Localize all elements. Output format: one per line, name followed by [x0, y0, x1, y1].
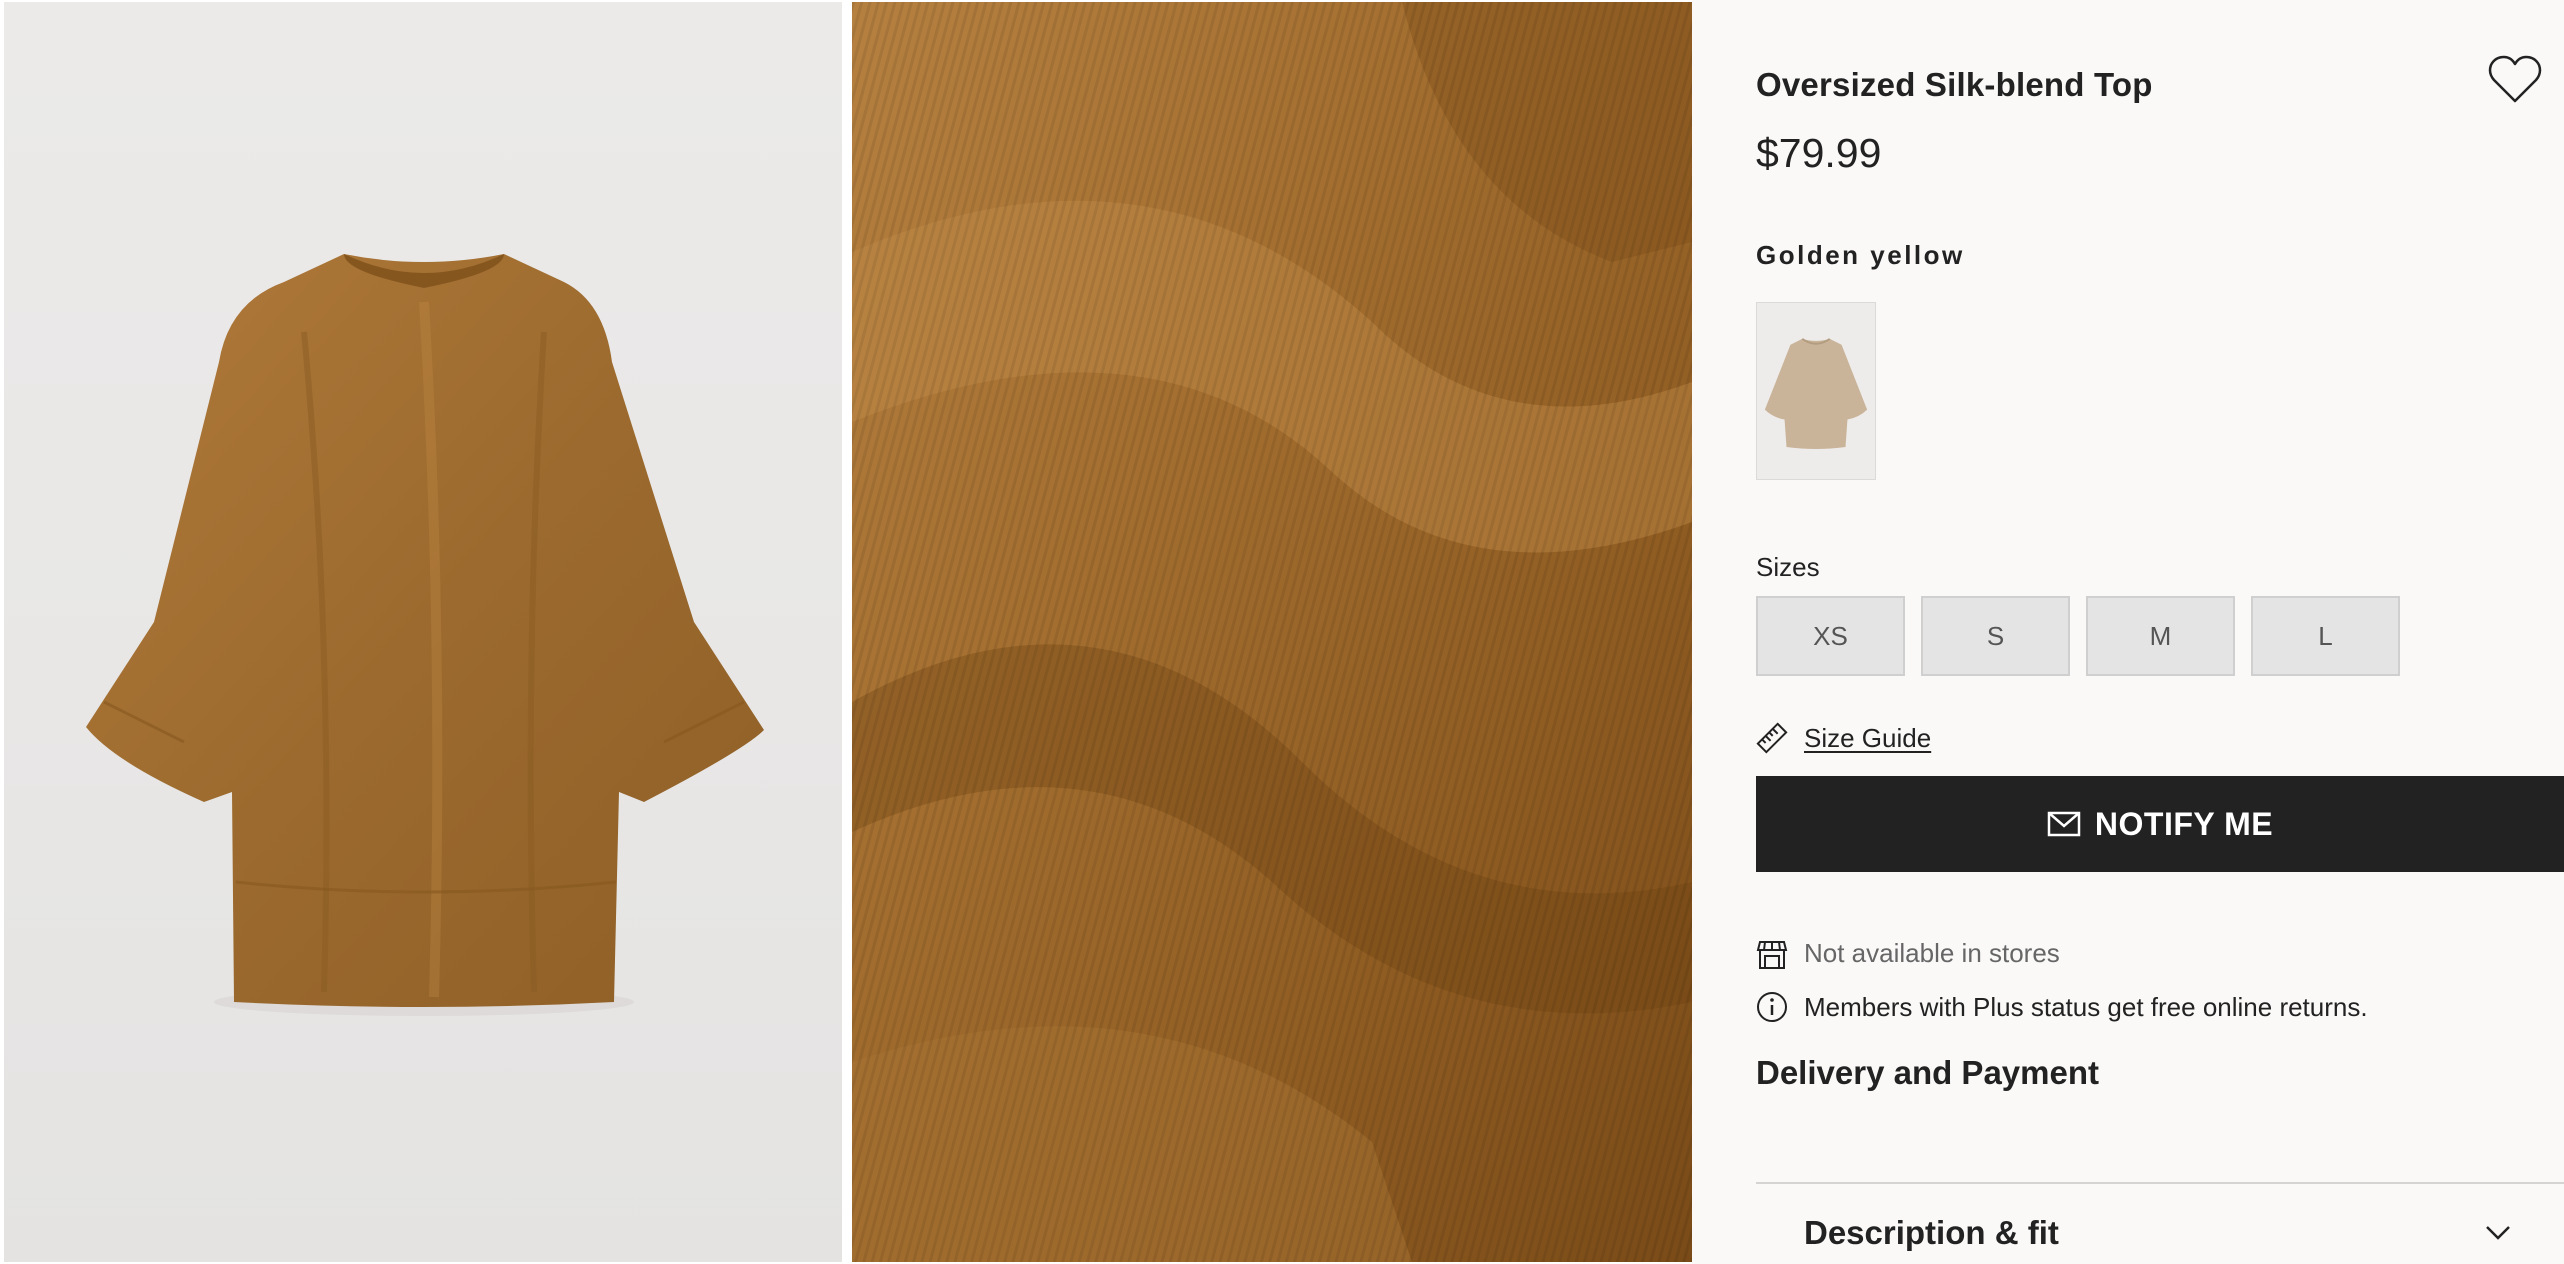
notify-me-button[interactable]: NOTIFY ME [1756, 776, 2564, 872]
fabric-detail-photo[interactable] [852, 2, 1692, 1262]
description-fit-accordion[interactable]: Description & fit [1756, 1184, 2564, 1264]
delivery-and-payment[interactable]: Delivery and Payment [1756, 1054, 2099, 1092]
product-title: Oversized Silk-blend Top [1756, 66, 2153, 103]
fabric-texture-illustration [852, 2, 1692, 1262]
description-fit-title: Description & fit [1804, 1214, 2059, 1251]
favorite-button[interactable] [2488, 54, 2542, 106]
product-details-panel: Oversized Silk-blend Top $79.99 Golden y… [1756, 0, 2564, 1264]
product-front-photo[interactable] [4, 2, 842, 1262]
chevron-down-icon [2486, 1226, 2510, 1240]
size-option-s[interactable]: S [1921, 596, 2070, 676]
heart-icon [2488, 55, 2542, 103]
store-icon [1756, 941, 1788, 969]
notify-me-label: NOTIFY ME [2094, 805, 2274, 842]
swatch-thumbnail [1757, 303, 1875, 479]
sizes-label: Sizes [1756, 552, 1820, 582]
size-option-xs[interactable]: XS [1756, 596, 1905, 676]
info-icon [1757, 992, 1787, 1022]
color-swatch-golden-yellow[interactable] [1756, 302, 1876, 480]
store-availability: Not available in stores [1756, 936, 2060, 970]
members-returns-text: Members with Plus status get free online… [1804, 991, 2368, 1022]
envelope-icon [2047, 811, 2081, 837]
size-option-m[interactable]: M [2086, 596, 2235, 676]
size-guide-link[interactable]: Size Guide [1756, 722, 1931, 754]
members-returns-info: Members with Plus status get free online… [1756, 990, 2368, 1024]
top-garment-illustration [86, 254, 764, 1016]
product-gallery [0, 0, 1692, 1264]
size-selector: XS S M L [1756, 596, 2400, 676]
store-availability-text: Not available in stores [1804, 937, 2060, 968]
size-guide-label: Size Guide [1804, 722, 1932, 753]
size-option-l[interactable]: L [2251, 596, 2400, 676]
color-name: Golden yellow [1756, 240, 1965, 270]
product-price: $79.99 [1756, 130, 1882, 176]
ruler-icon [1756, 722, 1788, 754]
